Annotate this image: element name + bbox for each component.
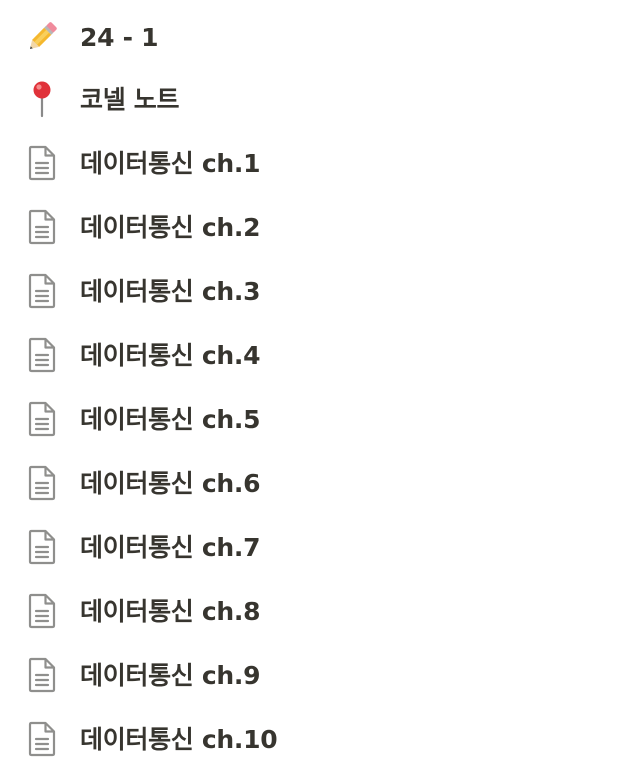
page-item-data-comm-ch9[interactable]: 데이터통신 ch.9 bbox=[0, 647, 626, 703]
document-icon bbox=[22, 463, 62, 503]
document-icon bbox=[22, 527, 62, 567]
page-item-data-comm-ch2[interactable]: 데이터통신 ch.2 bbox=[0, 199, 626, 255]
document-icon bbox=[22, 335, 62, 375]
page-item-data-comm-ch5[interactable]: 데이터통신 ch.5 bbox=[0, 391, 626, 447]
page-label: 데이터통신 ch.1 bbox=[80, 148, 261, 178]
document-icon bbox=[22, 591, 62, 631]
page-item-data-comm-ch4[interactable]: 데이터통신 ch.4 bbox=[0, 327, 626, 383]
round-pushpin-icon bbox=[22, 79, 62, 119]
document-icon bbox=[22, 271, 62, 311]
page-label: 데이터통신 ch.9 bbox=[80, 660, 261, 690]
page-item-data-comm-ch10[interactable]: 데이터통신 ch.10 bbox=[0, 711, 626, 767]
page-label: 데이터통신 ch.10 bbox=[80, 724, 278, 754]
page-label: 데이터통신 ch.4 bbox=[80, 340, 261, 370]
page-label: 데이터통신 ch.5 bbox=[80, 404, 261, 434]
page-label: 데이터통신 ch.7 bbox=[80, 532, 261, 562]
document-icon bbox=[22, 207, 62, 247]
page-item-cornell-notes[interactable]: 코넬 노트 bbox=[0, 71, 626, 127]
page-label: 코넬 노트 bbox=[80, 84, 180, 114]
document-icon bbox=[22, 719, 62, 759]
document-icon bbox=[22, 399, 62, 439]
pencil-icon bbox=[22, 17, 62, 57]
document-icon bbox=[22, 143, 62, 183]
page-label: 24 - 1 bbox=[80, 22, 159, 52]
page-item-data-comm-ch3[interactable]: 데이터통신 ch.3 bbox=[0, 263, 626, 319]
page-item-data-comm-ch6[interactable]: 데이터통신 ch.6 bbox=[0, 455, 626, 511]
page-item-data-comm-ch1[interactable]: 데이터통신 ch.1 bbox=[0, 135, 626, 191]
page-label: 데이터통신 ch.6 bbox=[80, 468, 261, 498]
page-label: 데이터통신 ch.8 bbox=[80, 596, 261, 626]
page-label: 데이터통신 ch.2 bbox=[80, 212, 261, 242]
page-item-24-1[interactable]: 24 - 1 bbox=[0, 9, 626, 65]
page-list: 24 - 1 코넬 노트 데이터통신 ch.1 데이터통신 ch.2 데이터통신… bbox=[0, 0, 626, 772]
document-icon bbox=[22, 655, 62, 695]
page-item-data-comm-ch7[interactable]: 데이터통신 ch.7 bbox=[0, 519, 626, 575]
page-label: 데이터통신 ch.3 bbox=[80, 276, 261, 306]
page-item-data-comm-ch8[interactable]: 데이터통신 ch.8 bbox=[0, 583, 626, 639]
